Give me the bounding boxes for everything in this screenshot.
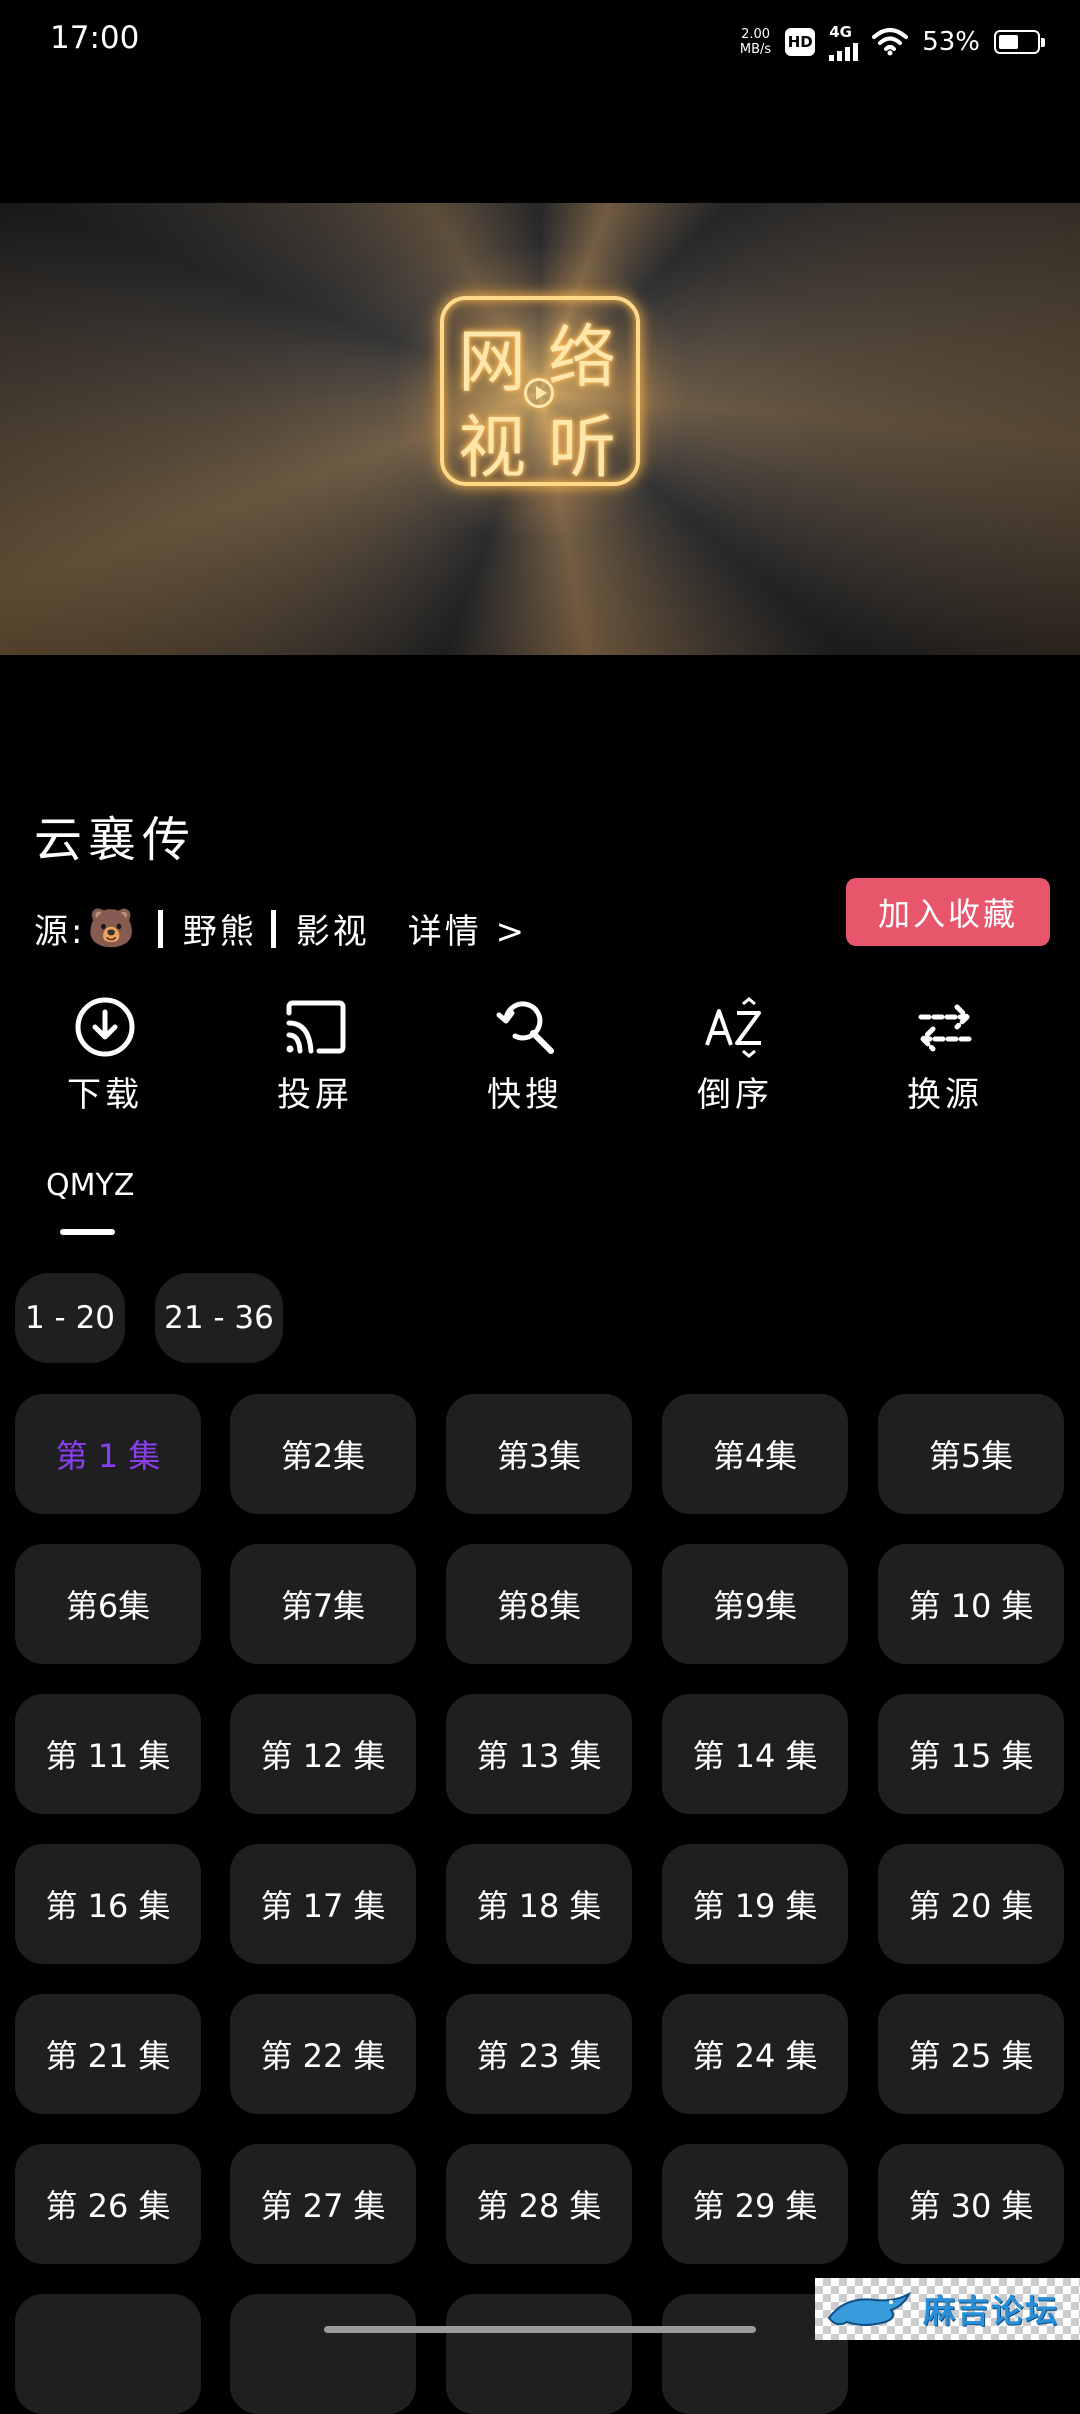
network-speed: 2.00 MB/s [740, 27, 771, 57]
episode-button[interactable]: 第 17 集 [230, 1844, 416, 1964]
switch-source-button[interactable]: 换源 [865, 995, 1025, 1116]
watermark-text: 麻吉论坛 [923, 2292, 1060, 2330]
episode-button[interactable]: 第 22 集 [230, 1994, 416, 2114]
episode-button[interactable]: 第 20 集 [878, 1844, 1064, 1964]
channel-logo: 网 络 视 听 [440, 296, 640, 488]
episode-button[interactable]: 第 24 集 [662, 1994, 848, 2114]
episode-button[interactable]: 第2集 [230, 1394, 416, 1514]
quick-search-icon [496, 1001, 554, 1054]
watermark: 麻吉论坛 [815, 2278, 1080, 2340]
episode-button[interactable]: 第 14 集 [662, 1694, 848, 1814]
network-speed-value: 2.00 [741, 27, 771, 42]
episode-button[interactable]: 第4集 [662, 1394, 848, 1514]
download-icon [75, 997, 135, 1057]
dolphin-icon [827, 2291, 912, 2326]
action-bar: 下载 投屏 快搜 倒序 换源 [0, 995, 1080, 1115]
download-button[interactable]: 下载 [25, 995, 185, 1116]
cast-button[interactable]: 投屏 [235, 995, 395, 1116]
divider [270, 909, 276, 948]
episode-button[interactable]: 第 26 集 [15, 2144, 201, 2264]
episode-button[interactable]: 第7集 [230, 1544, 416, 1664]
episode-button[interactable]: 第 1 集 [15, 1394, 201, 1514]
episode-button[interactable]: 第3集 [446, 1394, 632, 1514]
status-bar: 17:00 2.00 MB/s HD 4G 53% [0, 0, 1080, 84]
battery-icon [994, 30, 1045, 54]
show-title: 云襄传 [34, 812, 197, 868]
logo-char: 视 [458, 409, 527, 488]
switch-source-icon [918, 1004, 972, 1052]
play-icon [524, 378, 554, 408]
action-label: 快搜 [487, 1075, 563, 1115]
episode-button[interactable]: 第 21 集 [15, 1994, 201, 2114]
battery-fill [999, 35, 1018, 49]
tab-qmyz[interactable]: QMYZ [46, 1168, 134, 1203]
logo-char: 网 [458, 323, 527, 402]
network-speed-unit: MB/s [739, 42, 772, 57]
status-indicators: 2.00 MB/s HD 4G 53% [740, 22, 1045, 62]
episode-button[interactable]: 第 23 集 [446, 1994, 632, 2114]
episode-button[interactable] [446, 2294, 632, 2414]
status-time: 17:00 [50, 20, 140, 56]
action-label: 投屏 [277, 1075, 353, 1115]
source-name: 野熊 [182, 912, 257, 952]
source-type: 影视 [295, 912, 370, 952]
navigation-handle[interactable] [324, 2326, 756, 2333]
episode-button[interactable]: 第 12 集 [230, 1694, 416, 1814]
episode-button[interactable]: 第6集 [15, 1544, 201, 1664]
reverse-order-button[interactable]: 倒序 [655, 995, 815, 1116]
action-label: 换源 [907, 1075, 983, 1115]
action-label: 倒序 [697, 1075, 773, 1115]
episode-button[interactable]: 第 25 集 [878, 1994, 1064, 2114]
hd-badge: HD [785, 28, 816, 56]
episode-button[interactable]: 第 29 集 [662, 2144, 848, 2264]
episode-button[interactable]: 第 10 集 [878, 1544, 1064, 1664]
add-favorite-button[interactable]: 加入收藏 [846, 878, 1050, 946]
episode-button[interactable] [230, 2294, 416, 2414]
episode-button[interactable]: 第5集 [878, 1394, 1064, 1514]
episode-button[interactable]: 第8集 [446, 1544, 632, 1664]
episode-button[interactable]: 第 13 集 [446, 1694, 632, 1814]
wifi-icon [872, 28, 909, 56]
tab-indicator [60, 1229, 115, 1235]
signal-icon: 4G [829, 23, 859, 61]
episode-button[interactable]: 第 15 集 [878, 1694, 1064, 1814]
source-row: 源: 🐻 野熊 影视 详情 > [34, 904, 527, 953]
episode-button[interactable]: 第9集 [662, 1544, 848, 1664]
range-chip[interactable]: 1 - 20 [15, 1273, 125, 1363]
source-prefix: 源: [34, 912, 86, 952]
action-label: 下载 [67, 1075, 143, 1115]
episode-button[interactable]: 第 19 集 [662, 1844, 848, 1964]
quick-search-button[interactable]: 快搜 [445, 995, 605, 1116]
episode-button[interactable] [15, 2294, 201, 2414]
bear-icon: 🐻 [87, 906, 138, 950]
battery-percent: 53% [922, 27, 980, 57]
divider [157, 909, 163, 948]
sort-reverse-icon [705, 997, 761, 1058]
episode-button[interactable]: 第 30 集 [878, 2144, 1064, 2264]
episode-button[interactable]: 第 28 集 [446, 2144, 632, 2264]
episode-button[interactable]: 第 11 集 [15, 1694, 201, 1814]
episode-button[interactable]: 第 18 集 [446, 1844, 632, 1964]
episode-button[interactable]: 第 16 集 [15, 1844, 201, 1964]
logo-char: 听 [548, 409, 617, 488]
video-player[interactable]: 网 络 视 听 [0, 203, 1080, 655]
network-type: 4G [829, 23, 852, 41]
episode-button[interactable]: 第 27 集 [230, 2144, 416, 2264]
logo-char: 络 [548, 319, 617, 398]
details-link[interactable]: 详情 > [408, 904, 527, 953]
cast-icon [286, 1000, 346, 1054]
range-chip[interactable]: 21 - 36 [155, 1273, 283, 1363]
